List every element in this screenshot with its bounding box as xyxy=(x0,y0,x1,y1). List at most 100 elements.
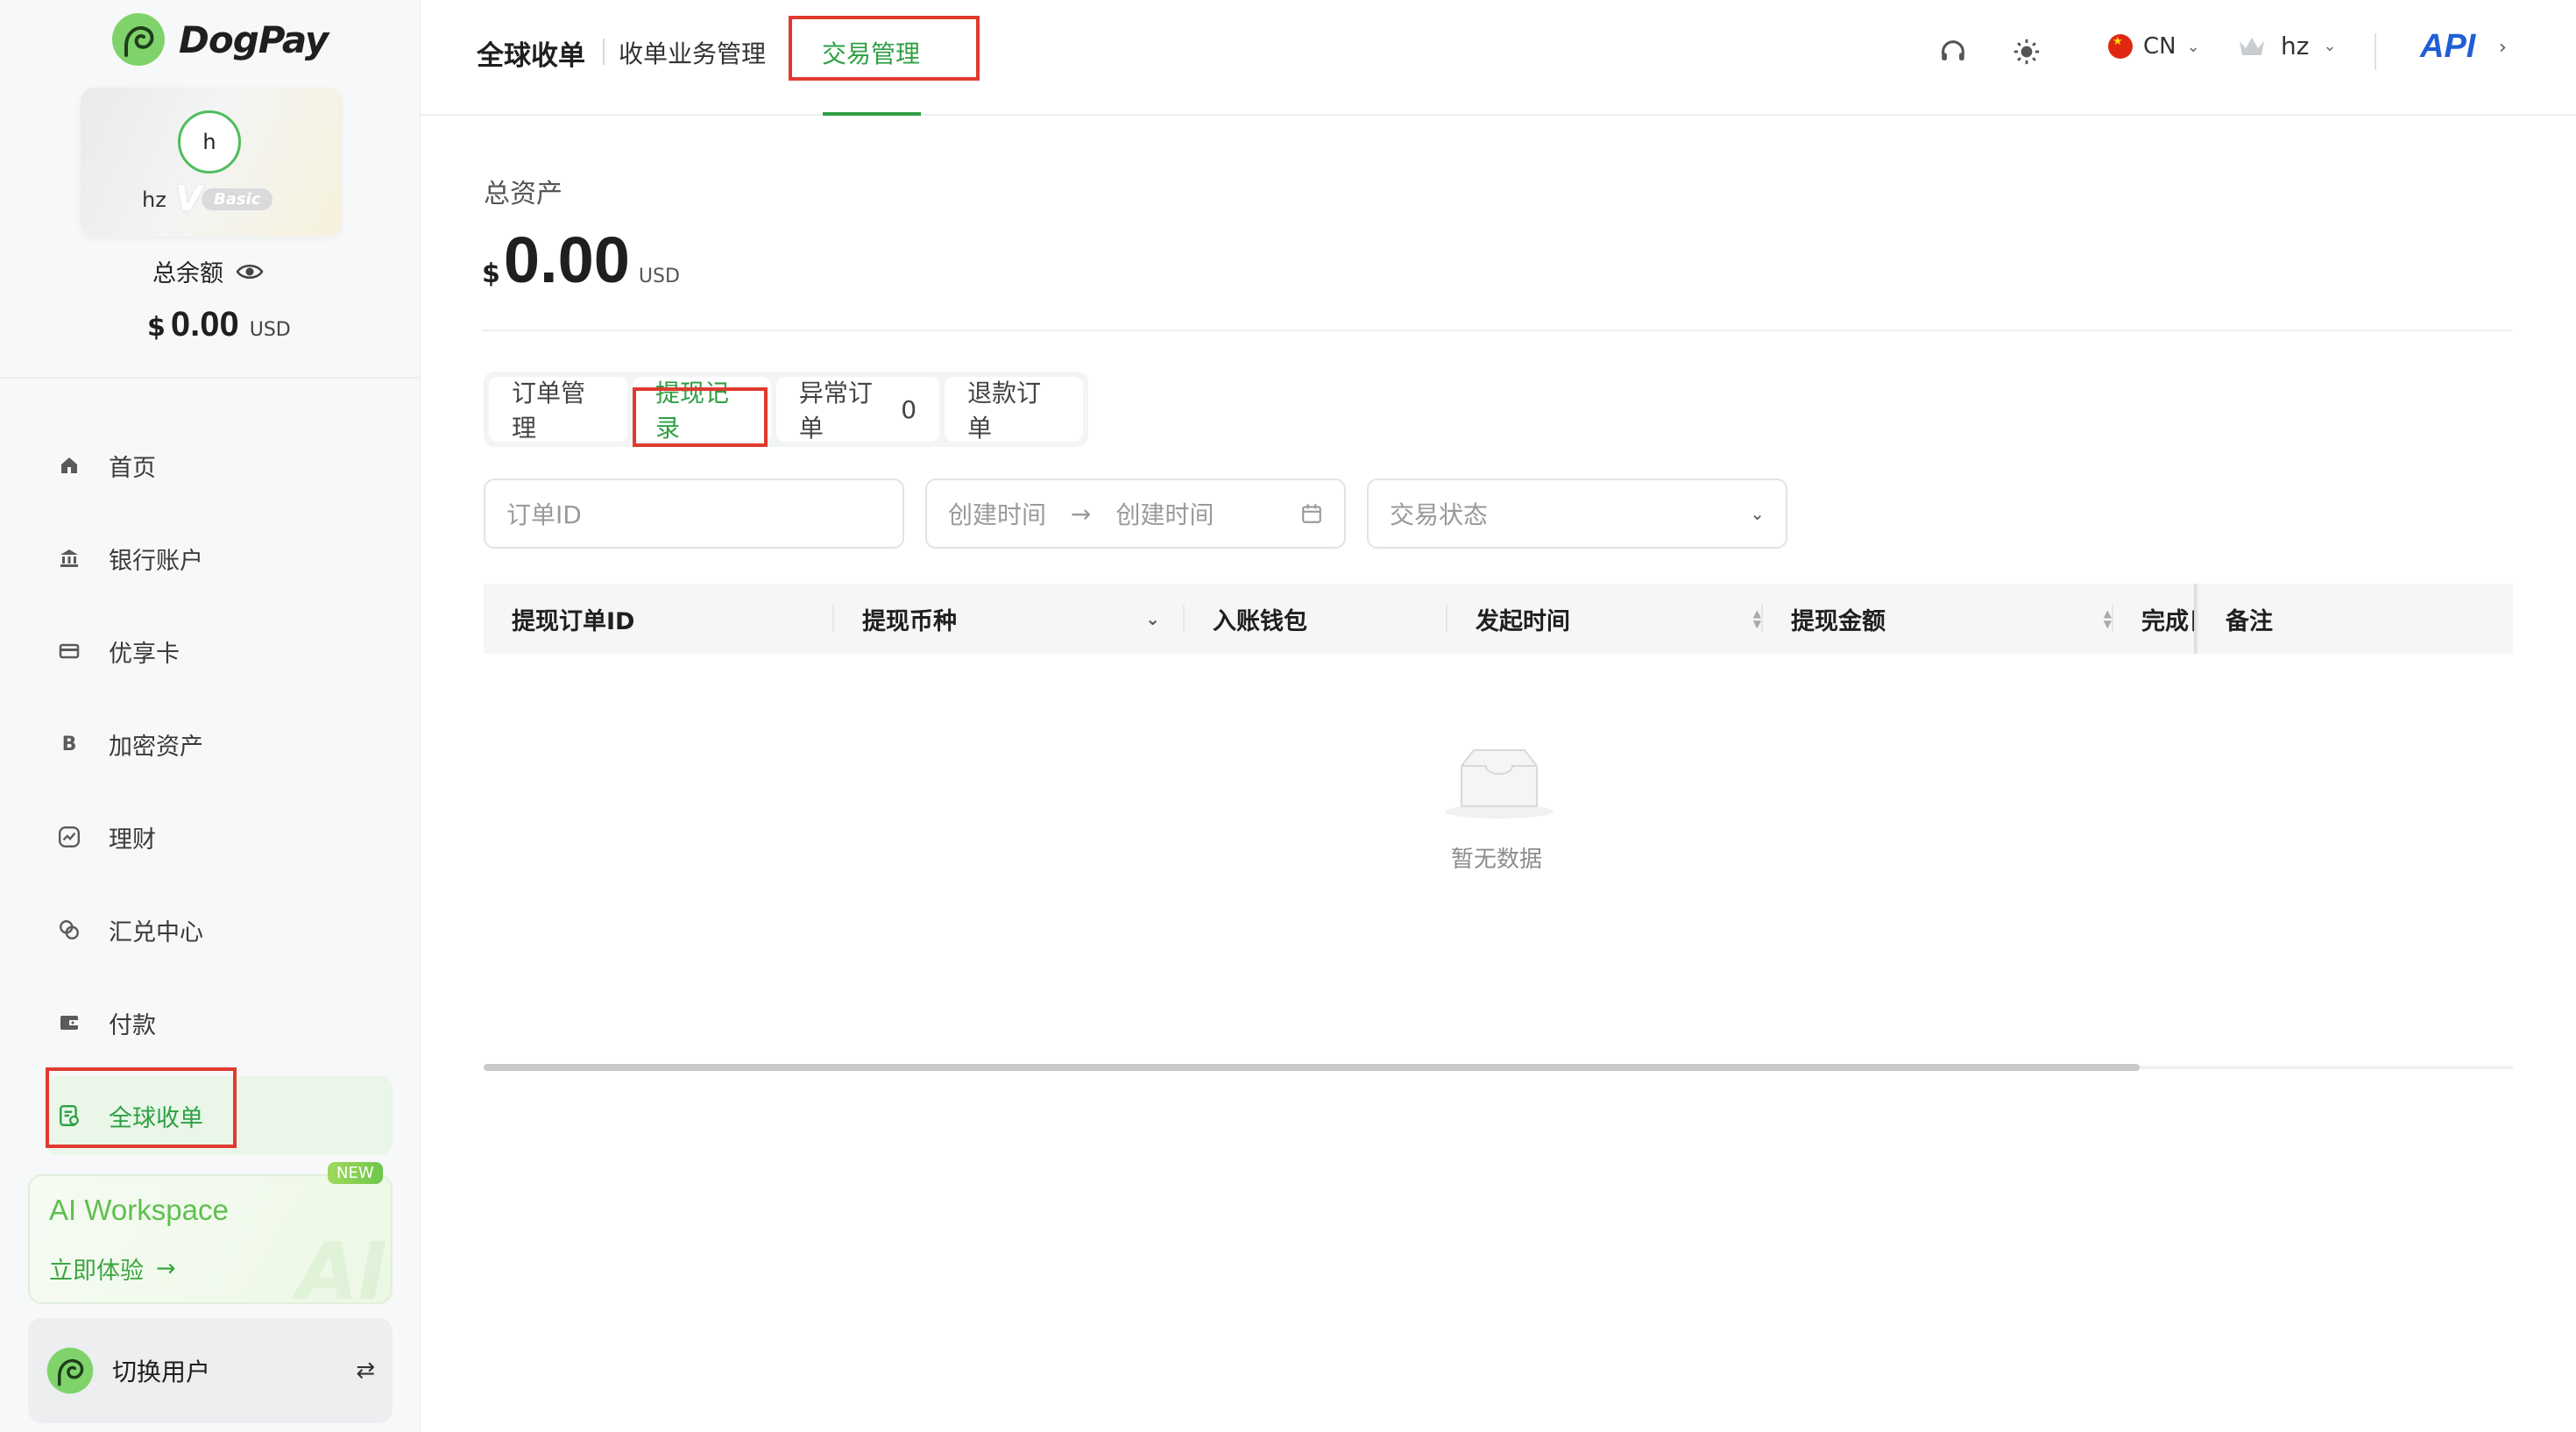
filter-chevron-icon[interactable]: ⌄ xyxy=(1145,608,1160,629)
page-title: 全球收单 xyxy=(477,40,585,72)
dogpay-logo-icon xyxy=(46,1347,94,1394)
ai-workspace-card[interactable]: AI Workspace AI 立即体验 → xyxy=(28,1174,393,1304)
sidebar-item-label: 优享卡 xyxy=(109,640,180,668)
profile-card[interactable]: h hz V Basic xyxy=(81,88,342,237)
tab-abnormal-orders[interactable]: 异常订单 0 xyxy=(775,377,940,443)
column-label: 提现币种 xyxy=(862,607,957,635)
column-completed-time: 完成日 xyxy=(2141,584,2194,654)
column-initiated-time[interactable]: 发起时间 ▲ ▼ xyxy=(1476,584,1761,654)
abnormal-count-badge: 0 xyxy=(901,394,917,424)
exchange-icon xyxy=(58,918,81,941)
sidebar-item-crypto[interactable]: B 加密资产 xyxy=(46,705,393,783)
filter-bar: 订单ID 创建时间 → 创建时间 交易状态 ⌄ xyxy=(484,479,1798,549)
avatar[interactable]: h xyxy=(178,110,241,174)
order-id-placeholder: 订单ID xyxy=(506,500,582,529)
transaction-status-select[interactable]: 交易状态 ⌄ xyxy=(1367,479,1787,549)
table-header: 提现订单ID 提现币种 ⌄ 入账钱包 发起时间 ▲ ▼ 提现金额 ▲ ▼ 完成 … xyxy=(484,584,2513,654)
sidebar-item-exchange[interactable]: 汇兑中心 xyxy=(46,890,393,969)
empty-state: 暂无数据 xyxy=(484,654,2513,952)
sidebar-item-label: 付款 xyxy=(109,1011,156,1039)
tab-acquiring-business[interactable]: 收单业务管理 xyxy=(619,35,766,70)
tab-order-management[interactable]: 订单管理 xyxy=(489,377,627,443)
user-menu[interactable]: hz ⌄ xyxy=(2237,32,2337,60)
start-time-placeholder: 创建时间 xyxy=(948,500,1047,529)
card-username: hz xyxy=(142,188,166,212)
switch-user-button[interactable]: 切换用户 ⇄ xyxy=(28,1318,393,1423)
column-label: 提现订单ID xyxy=(512,607,635,635)
sidebar-item-card[interactable]: 优享卡 xyxy=(46,612,393,691)
sidebar-item-label: 加密资产 xyxy=(109,733,203,761)
subtab-label: 提现记录 xyxy=(655,379,729,443)
balance-label: 总余额 xyxy=(152,260,223,287)
tab-refund-orders[interactable]: 退款订单 xyxy=(945,377,1084,443)
wallet-icon xyxy=(58,1011,81,1034)
eye-icon[interactable] xyxy=(236,263,264,280)
new-badge: NEW xyxy=(328,1162,383,1184)
column-remarks: 备注 xyxy=(2226,584,2488,654)
ai-workspace-title: AI Workspace xyxy=(49,1194,229,1226)
brand-logo[interactable]: DogPay xyxy=(110,9,329,70)
sidebar-item-label: 全球收单 xyxy=(109,1104,203,1132)
ai-workspace-cta[interactable]: 立即体验 → xyxy=(49,1251,176,1286)
balance-unit: USD xyxy=(249,319,291,341)
chevron-right-icon[interactable]: › xyxy=(2499,37,2507,59)
horizontal-scrollbar-thumb[interactable] xyxy=(484,1064,2140,1071)
sort-icon[interactable]: ▲ ▼ xyxy=(1753,608,1761,629)
user-name: hz xyxy=(2281,32,2310,60)
column-label: 入账钱包 xyxy=(1213,607,1307,635)
active-tab-indicator xyxy=(823,112,921,116)
home-icon xyxy=(58,454,81,477)
chevron-down-icon: ⌄ xyxy=(2323,37,2337,55)
asset-amount: 0.00 xyxy=(503,223,630,296)
arrow-right-icon: → xyxy=(156,1255,176,1282)
calendar-icon xyxy=(1302,504,1321,523)
language-label: CN xyxy=(2143,33,2176,60)
end-time-placeholder: 创建时间 xyxy=(1115,500,1214,529)
tier-badge: Basic xyxy=(202,188,273,210)
crown-icon xyxy=(2240,37,2264,55)
chevron-down-icon: ⌄ xyxy=(1750,503,1765,524)
headset-icon[interactable] xyxy=(1938,37,1968,67)
sidebar-item-home[interactable]: 首页 xyxy=(46,426,393,505)
tab-transaction-management[interactable]: 交易管理 xyxy=(822,35,920,70)
topbar-divider xyxy=(2374,33,2376,70)
column-label: 完成日 xyxy=(2141,607,2194,635)
dogpay-logo-icon xyxy=(112,13,165,66)
total-assets-value: $ 0.00 USD xyxy=(482,223,680,297)
empty-inbox-icon xyxy=(1445,749,1553,819)
china-flag-icon xyxy=(2108,34,2133,59)
column-withdrawal-amount[interactable]: 提现金额 ▲ ▼ xyxy=(1791,584,2112,654)
created-time-range-picker[interactable]: 创建时间 → 创建时间 xyxy=(925,479,1346,549)
sidebar-item-global-acquiring[interactable]: 全球收单 xyxy=(46,1076,393,1155)
column-divider xyxy=(2112,605,2113,633)
withdrawal-table: 提现订单ID 提现币种 ⌄ 入账钱包 发起时间 ▲ ▼ 提现金额 ▲ ▼ 完成 … xyxy=(484,584,2513,1071)
balance-amount: 0.00 xyxy=(170,305,239,344)
column-withdrawal-currency[interactable]: 提现币种 ⌄ xyxy=(862,584,1160,654)
theme-sun-icon[interactable] xyxy=(2012,37,2042,67)
column-divider xyxy=(1183,605,1185,633)
balance-currency: $ xyxy=(147,312,166,343)
api-link[interactable]: API xyxy=(2420,28,2475,66)
sidebar-divider xyxy=(0,377,421,379)
tab-withdrawal-records[interactable]: 提现记录 xyxy=(632,377,771,443)
column-label: 备注 xyxy=(2226,607,2273,635)
order-id-input[interactable]: 订单ID xyxy=(484,479,904,549)
column-withdrawal-order-id: 提现订单ID xyxy=(512,584,810,654)
bank-icon xyxy=(58,547,81,570)
asset-currency: $ xyxy=(482,259,500,289)
empty-text: 暂无数据 xyxy=(1451,847,1543,873)
status-placeholder: 交易状态 xyxy=(1390,500,1489,529)
main-divider xyxy=(482,330,2513,331)
sort-icon[interactable]: ▲ ▼ xyxy=(2104,608,2112,629)
ai-watermark: AI xyxy=(296,1226,387,1304)
brand-name: DogPay xyxy=(179,18,329,61)
ai-cta-label: 立即体验 xyxy=(49,1258,144,1285)
sidebar: DogPay h hz V Basic 总余额 $ 0.00 USD 首页 银行 xyxy=(0,0,421,1432)
column-receiving-wallet: 入账钱包 xyxy=(1213,584,1440,654)
sidebar-item-wealth[interactable]: 理财 xyxy=(46,798,393,876)
column-divider xyxy=(1446,605,1447,633)
sidebar-item-payment[interactable]: 付款 xyxy=(46,983,393,1062)
total-assets-label: 总资产 xyxy=(484,179,563,209)
sidebar-item-bank-account[interactable]: 银行账户 xyxy=(46,519,393,598)
language-selector[interactable]: CN ⌄ xyxy=(2108,33,2200,60)
